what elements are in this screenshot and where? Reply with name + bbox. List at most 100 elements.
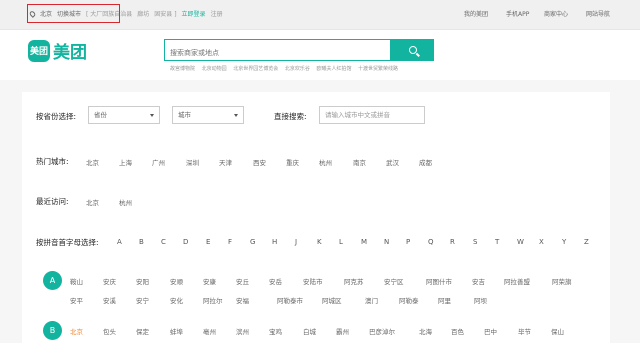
hot-city-link[interactable]: 西安 [253,157,266,167]
letter-link[interactable]: H [272,238,277,246]
city-link[interactable]: 北海 [419,326,432,336]
city-link[interactable]: 阿拉尔 [203,295,223,305]
city-link[interactable]: 安庆 [103,276,116,286]
city-link[interactable]: 巴中 [484,326,497,336]
hot-city-link[interactable]: 广州 [152,157,165,167]
hot-search-item[interactable]: 欧曦夫人红拍馆 [316,66,351,72]
city-link-current[interactable]: 北京 [70,326,83,336]
search-input[interactable] [165,43,390,63]
login-link[interactable]: 立即登录 [182,9,206,18]
letter-link[interactable]: E [206,238,210,246]
city-link[interactable]: 阿拉善盟 [504,276,530,286]
city-link[interactable]: 澳门 [365,295,378,305]
site-nav-link[interactable]: 网站导航 [586,9,610,18]
city-link[interactable]: 阿勒泰 [399,295,419,305]
location-highlight-box [27,4,120,23]
city-link[interactable]: 安平 [70,295,83,305]
city-link[interactable]: 包头 [103,326,116,336]
letter-link[interactable]: T [495,238,499,246]
hot-search-item[interactable]: 北京欢乐谷 [285,66,310,72]
letter-link[interactable]: J [295,238,297,246]
letter-link[interactable]: N [384,238,389,246]
city-link[interactable]: 阿城区 [322,295,342,305]
hot-cities-label: 热门城市: [36,157,69,166]
recent-city-link[interactable]: 北京 [86,197,99,207]
city-link[interactable]: 阿荣旗 [552,276,572,286]
city-link[interactable]: 蚌埠 [170,326,183,336]
city-link[interactable]: 保定 [136,326,149,336]
letter-link[interactable]: Z [584,238,589,246]
hot-city-link[interactable]: 上海 [119,157,132,167]
city-link[interactable]: 安宁 [136,295,149,305]
letter-link[interactable]: C [161,238,166,246]
city-link[interactable]: 保山 [551,326,564,336]
nearby-city-2[interactable]: 廊坊 [137,9,149,18]
letter-link[interactable]: M [361,238,367,246]
city-link[interactable]: 安吉 [472,276,485,286]
letter-link[interactable]: K [317,238,322,246]
hot-search-item[interactable]: 北京动物园 [202,66,227,72]
mobile-app-link[interactable]: 手机APP [506,9,529,18]
hot-city-link[interactable]: 深圳 [186,157,199,167]
city-link[interactable]: 霸州 [336,326,349,336]
city-link[interactable]: 亳州 [203,326,216,336]
group-a-badge: A [43,271,62,290]
letter-link[interactable]: W [517,238,524,246]
province-select[interactable]: 省份 [88,106,160,124]
city-link[interactable]: 安陆市 [303,276,323,286]
city-link[interactable]: 安丘 [236,276,249,286]
hot-city-link[interactable]: 重庆 [286,157,299,167]
city-link[interactable]: 阿克苏 [344,276,364,286]
city-link[interactable]: 巴彦淖尔 [369,326,395,336]
city-link[interactable]: 鞍山 [70,276,83,286]
city-select[interactable]: 城市 [172,106,244,124]
letter-link[interactable]: G [250,238,255,246]
city-link[interactable]: 安岳 [269,276,282,286]
hot-city-link[interactable]: 北京 [86,157,99,167]
letter-link[interactable]: P [406,238,410,246]
recent-city-link[interactable]: 杭州 [119,197,132,207]
city-link[interactable]: 安化 [170,295,183,305]
letter-link[interactable]: X [539,238,544,246]
city-link[interactable]: 安宁区 [384,276,404,286]
city-link[interactable]: 毕节 [518,326,531,336]
letter-link[interactable]: Q [428,238,434,246]
city-link[interactable]: 安顺 [170,276,183,286]
direct-search-input[interactable]: 请输入城市中文或拼音 [319,106,425,124]
my-meituan-link[interactable]: 我的美团 [464,9,488,18]
hot-city-link[interactable]: 成都 [419,157,432,167]
city-link[interactable]: 阿里 [438,295,451,305]
hot-search-item[interactable]: 故宫博物院 [170,66,195,72]
city-link[interactable]: 宝鸡 [269,326,282,336]
nearby-city-3[interactable]: 固安县 ] [154,9,176,18]
letter-link[interactable]: D [183,238,188,246]
letter-link[interactable]: R [450,238,455,246]
register-link[interactable]: 注册 [211,9,223,18]
letter-link[interactable]: F [228,238,232,246]
city-link[interactable]: 安福 [236,295,249,305]
city-link[interactable]: 阿图什市 [426,276,452,286]
city-link[interactable]: 百色 [451,326,464,336]
logo[interactable]: 美团 美团 [28,38,87,63]
letter-link[interactable]: B [139,238,144,246]
hot-city-link[interactable]: 天津 [219,157,232,167]
hot-city-link[interactable]: 武汉 [386,157,399,167]
city-link[interactable]: 安康 [203,276,216,286]
hot-search-item[interactable]: 北京世界园艺博览会 [233,66,278,72]
hot-city-link[interactable]: 杭州 [319,157,332,167]
letter-link[interactable]: S [473,238,477,246]
merchant-center-link[interactable]: 商家中心 [544,9,568,18]
city-link[interactable]: 阿勒泰市 [277,295,303,305]
city-link[interactable]: 安阳 [136,276,149,286]
city-link[interactable]: 阿坝 [474,295,487,305]
letter-link[interactable]: Y [562,238,566,246]
group-b-badge: B [43,321,62,340]
hot-search-item[interactable]: 十渡世贸繁荣线路 [358,66,398,72]
city-link[interactable]: 滨州 [236,326,249,336]
search-button[interactable] [391,39,434,61]
hot-city-link[interactable]: 南京 [353,157,366,167]
letter-link[interactable]: L [339,238,343,246]
city-link[interactable]: 白城 [303,326,316,336]
letter-link[interactable]: A [117,238,122,246]
city-link[interactable]: 安溪 [103,295,116,305]
